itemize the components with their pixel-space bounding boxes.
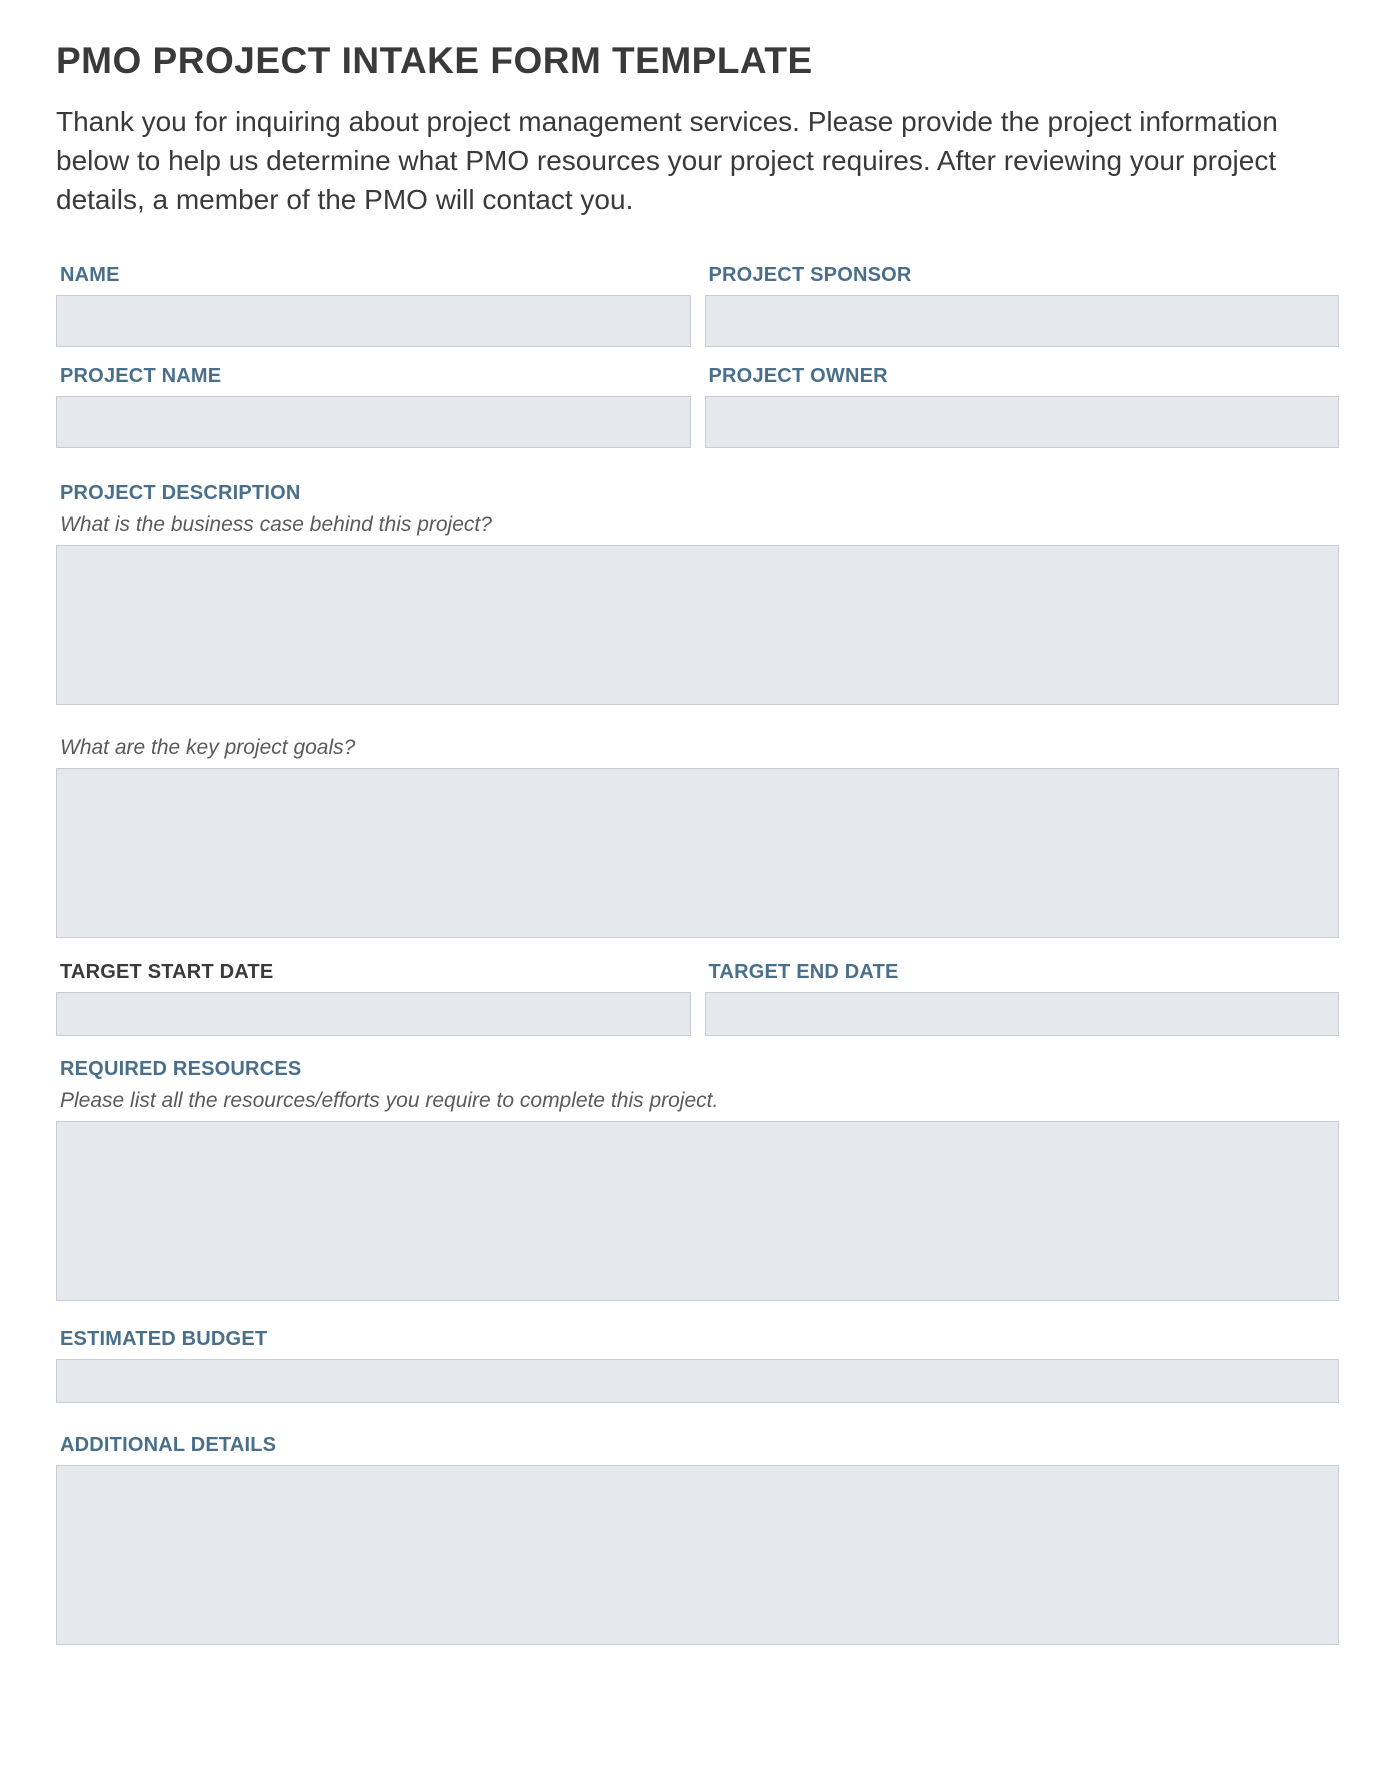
project-description-label: PROJECT DESCRIPTION bbox=[56, 482, 1339, 505]
intro-text: Thank you for inquiring about project ma… bbox=[56, 102, 1339, 220]
project-sponsor-label: PROJECT SPONSOR bbox=[705, 264, 1340, 287]
target-start-date-label: TARGET START DATE bbox=[56, 961, 691, 984]
key-goals-textarea[interactable] bbox=[56, 768, 1339, 938]
target-end-date-label: TARGET END DATE bbox=[705, 961, 1340, 984]
page-title: PMO PROJECT INTAKE FORM TEMPLATE bbox=[56, 40, 1339, 82]
project-owner-input[interactable] bbox=[705, 396, 1340, 448]
project-owner-label: PROJECT OWNER bbox=[705, 365, 1340, 388]
required-resources-label: REQUIRED RESOURCES bbox=[56, 1058, 1339, 1081]
project-name-input[interactable] bbox=[56, 396, 691, 448]
project-name-label: PROJECT NAME bbox=[56, 365, 691, 388]
key-goals-hint: What are the key project goals? bbox=[56, 736, 1339, 760]
name-label: NAME bbox=[56, 264, 691, 287]
estimated-budget-textarea[interactable] bbox=[56, 1359, 1339, 1403]
additional-details-textarea[interactable] bbox=[56, 1465, 1339, 1645]
target-start-date-input[interactable] bbox=[56, 992, 691, 1036]
additional-details-label: ADDITIONAL DETAILS bbox=[56, 1434, 1339, 1457]
name-input[interactable] bbox=[56, 295, 691, 347]
target-end-date-input[interactable] bbox=[705, 992, 1340, 1036]
required-resources-textarea[interactable] bbox=[56, 1121, 1339, 1301]
business-case-hint: What is the business case behind this pr… bbox=[56, 513, 1339, 537]
resources-hint: Please list all the resources/efforts yo… bbox=[56, 1089, 1339, 1113]
estimated-budget-label: ESTIMATED BUDGET bbox=[56, 1328, 1339, 1351]
project-sponsor-input[interactable] bbox=[705, 295, 1340, 347]
business-case-textarea[interactable] bbox=[56, 545, 1339, 705]
